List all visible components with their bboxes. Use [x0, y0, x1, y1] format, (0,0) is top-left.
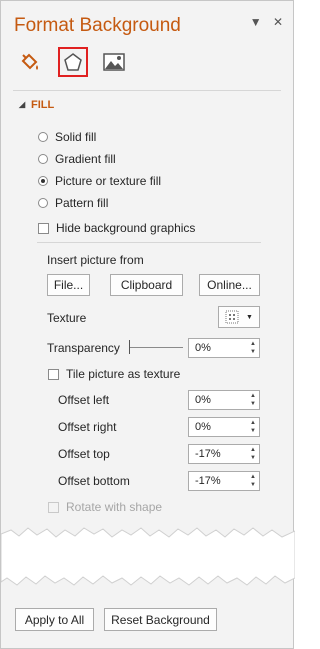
spin-arrows-icon[interactable]: ▲ ▼ [247, 472, 259, 490]
checkbox[interactable] [38, 222, 49, 234]
offset-left-input[interactable]: 0% ▲ ▼ [188, 390, 260, 410]
apply-to-all-button[interactable]: Apply to All [15, 608, 94, 631]
checkbox-disabled [48, 501, 59, 513]
offset-right-value: 0% [195, 421, 211, 433]
radio-button[interactable] [38, 132, 48, 142]
fill-section-header[interactable]: ◢ FILL [19, 99, 55, 111]
gradient-fill-label: Gradient fill [55, 152, 116, 166]
transparency-slider-track[interactable] [129, 347, 183, 348]
pentagon-icon [64, 53, 82, 71]
pattern-fill-option[interactable]: Pattern fill [38, 196, 108, 210]
fill-divider [37, 242, 261, 243]
tab-fill[interactable] [15, 47, 45, 77]
insert-picture-label: Insert picture from [47, 253, 144, 267]
transparency-value: 0% [195, 342, 211, 354]
pattern-fill-label: Pattern fill [55, 196, 109, 210]
transparency-input[interactable]: 0% ▲ ▼ [188, 338, 260, 358]
radio-button-selected[interactable] [38, 176, 48, 186]
task-pane-options-icon[interactable]: ▼ [250, 15, 262, 29]
format-background-pane: Format Background ▼ ✕ ◢ FILL Solid fill … [0, 0, 295, 649]
offset-bottom-label: Offset bottom [58, 474, 130, 488]
close-icon[interactable]: ✕ [273, 15, 283, 29]
fill-section-label: FILL [31, 99, 55, 111]
pane-title: Format Background [14, 15, 181, 36]
solid-fill-option[interactable]: Solid fill [38, 130, 96, 144]
offset-left-label: Offset left [58, 393, 110, 407]
tab-picture[interactable] [99, 47, 129, 77]
offset-right-label: Offset right [58, 420, 117, 434]
radio-button[interactable] [38, 198, 48, 208]
picture-icon [103, 53, 125, 71]
collapse-arrow-icon: ◢ [19, 100, 26, 109]
picture-fill-option[interactable]: Picture or texture fill [38, 174, 161, 188]
reset-background-button[interactable]: Reset Background [104, 608, 217, 631]
picture-fill-label: Picture or texture fill [55, 174, 162, 188]
solid-fill-label: Solid fill [55, 130, 97, 144]
tile-picture-option[interactable]: Tile picture as texture [48, 367, 180, 381]
transparency-slider-thumb[interactable] [129, 340, 130, 354]
offset-top-label: Offset top [58, 447, 110, 461]
pane-controls: ▼ ✕ [242, 15, 283, 29]
gradient-fill-option[interactable]: Gradient fill [38, 152, 116, 166]
offset-top-value: -17% [195, 448, 221, 460]
transparency-label: Transparency [47, 341, 120, 355]
tab-effects[interactable] [58, 47, 88, 77]
spin-arrows-icon[interactable]: ▲ ▼ [247, 445, 259, 463]
spin-arrows-icon[interactable]: ▲ ▼ [247, 391, 259, 409]
clipboard-button[interactable]: Clipboard [110, 274, 183, 296]
online-button[interactable]: Online... [199, 274, 260, 296]
offset-right-input[interactable]: 0% ▲ ▼ [188, 417, 260, 437]
texture-label: Texture [47, 311, 87, 325]
rotate-with-shape-option: Rotate with shape [48, 500, 162, 514]
hide-graphics-label: Hide background graphics [56, 221, 196, 235]
offset-bottom-value: -17% [195, 475, 221, 487]
torn-edge-divider [1, 527, 295, 586]
radio-button[interactable] [38, 154, 48, 164]
tabs-divider [13, 90, 281, 91]
file-button[interactable]: File... [47, 274, 90, 296]
hide-background-graphics-option[interactable]: Hide background graphics [38, 221, 195, 235]
offset-top-input[interactable]: -17% ▲ ▼ [188, 444, 260, 464]
offset-bottom-input[interactable]: -17% ▲ ▼ [188, 471, 260, 491]
spin-arrows-icon[interactable]: ▲ ▼ [247, 418, 259, 436]
texture-dropdown[interactable]: ▼ [218, 306, 260, 328]
tile-picture-label: Tile picture as texture [66, 367, 181, 381]
texture-swatch-icon [225, 310, 239, 324]
offset-left-value: 0% [195, 394, 211, 406]
rotate-with-shape-label: Rotate with shape [66, 500, 163, 514]
spin-arrows-icon[interactable]: ▲ ▼ [247, 339, 259, 357]
chevron-down-icon: ▼ [246, 313, 253, 321]
paint-bucket-icon [21, 53, 38, 70]
checkbox[interactable] [48, 368, 59, 380]
